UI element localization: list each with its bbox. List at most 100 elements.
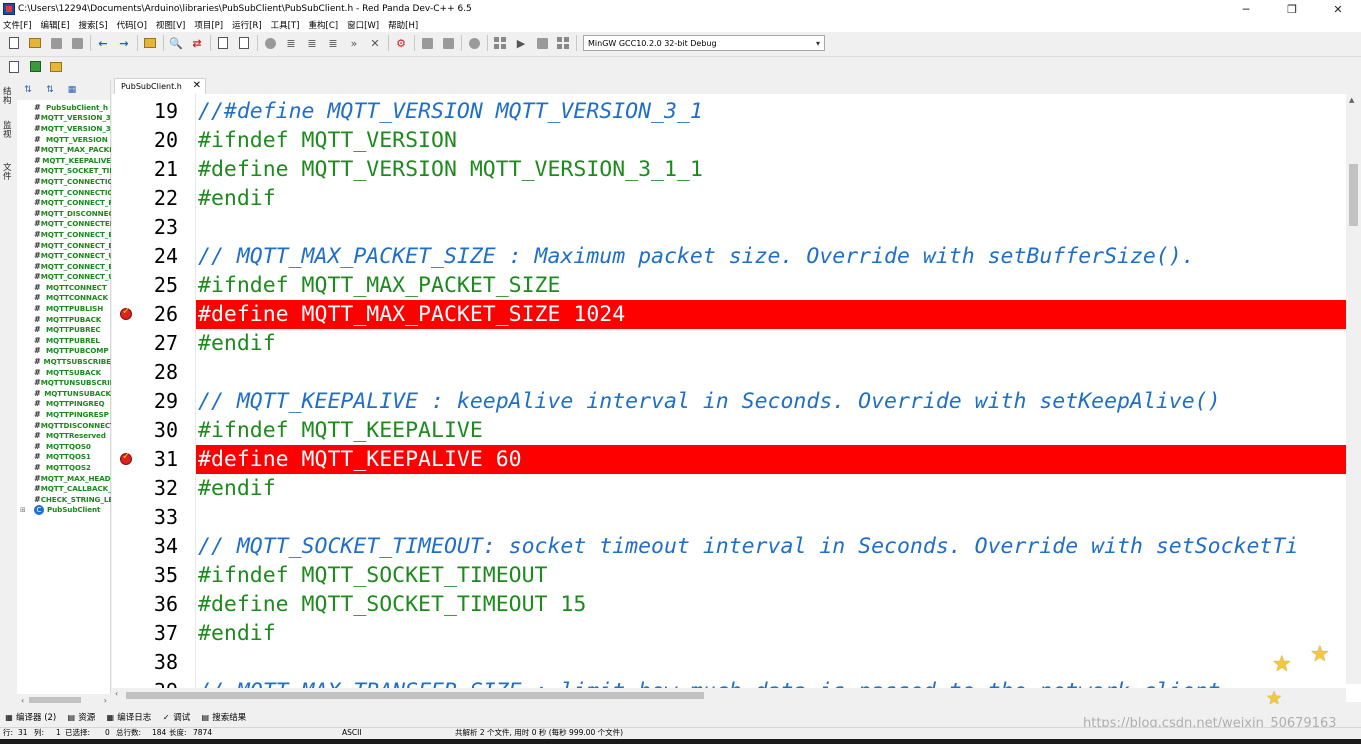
menu-help[interactable]: 帮助[H] bbox=[388, 19, 418, 31]
indent-icon[interactable] bbox=[262, 35, 278, 51]
unindent-icon[interactable]: ≣ bbox=[283, 35, 299, 51]
rebuild-icon[interactable] bbox=[555, 35, 571, 51]
code-line[interactable]: // MQTT_SOCKET_TIMEOUT: socket timeout i… bbox=[196, 532, 1346, 561]
forward-icon[interactable] bbox=[440, 35, 456, 51]
list-item[interactable]: # MQTTPUBACK bbox=[17, 314, 111, 325]
breakpoint-icon[interactable] bbox=[120, 306, 132, 320]
expand-icon[interactable]: ⊞ bbox=[20, 506, 28, 514]
scroll-right-icon[interactable]: › bbox=[104, 696, 107, 705]
tab-compiler[interactable]: ▦ 编译器 (2) bbox=[4, 711, 56, 724]
bookmark-icon[interactable] bbox=[142, 35, 158, 51]
menu-search[interactable]: 搜索[S] bbox=[79, 19, 108, 31]
class-item[interactable]: ⊞ C PubSubClient bbox=[17, 504, 111, 516]
list-item[interactable]: # MQTTQOS0 bbox=[17, 441, 111, 452]
list-item[interactable]: # MQTT_VERSION bbox=[17, 134, 111, 145]
editor-horizontal-scrollbar[interactable]: ‹ bbox=[112, 688, 1346, 702]
save-icon[interactable] bbox=[48, 35, 64, 51]
line-number[interactable]: 29 bbox=[112, 387, 196, 416]
scrollbar-thumb[interactable] bbox=[126, 692, 704, 699]
line-number[interactable]: 33 bbox=[112, 503, 196, 532]
line-number[interactable]: 35 bbox=[112, 561, 196, 590]
close-window-button[interactable]: ✕ bbox=[1315, 0, 1361, 18]
line-number[interactable]: 23 bbox=[112, 213, 196, 242]
back-icon[interactable] bbox=[419, 35, 435, 51]
code-line[interactable] bbox=[196, 648, 1346, 677]
breakpoint-icon[interactable] bbox=[120, 451, 132, 465]
side-tab-watch[interactable]: 监视 bbox=[3, 122, 14, 140]
menu-run[interactable]: 运行[R] bbox=[232, 19, 262, 31]
grid-icon[interactable] bbox=[492, 35, 508, 51]
line-number[interactable]: 28 bbox=[112, 358, 196, 387]
line-number[interactable]: 22 bbox=[112, 184, 196, 213]
list-item[interactable]: # MQTT_CONNECTED bbox=[17, 219, 111, 230]
list-item[interactable]: # MQTTDISCONNECT bbox=[17, 420, 111, 431]
line-number[interactable]: 37 bbox=[112, 619, 196, 648]
replace-icon[interactable]: ⇄ bbox=[189, 35, 205, 51]
code-line[interactable] bbox=[196, 213, 1346, 242]
menu-project[interactable]: 项目[P] bbox=[194, 19, 223, 31]
code-line[interactable]: // MQTT_MAX_PACKET_SIZE : Maximum packet… bbox=[196, 242, 1346, 271]
show-inherited-icon[interactable]: ▦ bbox=[65, 83, 79, 97]
menu-tools[interactable]: 工具[T] bbox=[271, 19, 300, 31]
list-item[interactable]: #MQTT_DISCONNECTED bbox=[17, 208, 111, 219]
code-line[interactable]: #endif bbox=[196, 329, 1346, 358]
step-icon[interactable]: » bbox=[346, 35, 362, 51]
list-item[interactable]: #MQTT_MAX_HEADER_SIZE bbox=[17, 473, 111, 484]
list-item[interactable]: #MQTT_VERSION_3_1 bbox=[17, 113, 111, 124]
code-line[interactable]: #define MQTT_SOCKET_TIMEOUT 15 bbox=[196, 590, 1346, 619]
list-item[interactable]: #MQTTUNSUBSCRIBE bbox=[17, 377, 111, 388]
new-file-icon[interactable] bbox=[6, 35, 22, 51]
format-icon[interactable]: ≣ bbox=[325, 35, 341, 51]
list-item[interactable]: # MQTTQOS2 bbox=[17, 462, 111, 473]
run-icon[interactable]: ▶ bbox=[513, 35, 529, 51]
sort-alpha-icon[interactable]: ⇅ bbox=[21, 83, 35, 97]
list-item[interactable]: #MQTT_CONNECTION_LOST bbox=[17, 187, 111, 198]
list-item[interactable]: #MQTT_CONNECT_FAILED bbox=[17, 197, 111, 208]
tab-search-results[interactable]: ▤ 搜索结果 bbox=[200, 711, 247, 724]
code-line[interactable]: //#define MQTT_VERSION MQTT_VERSION_3_1 bbox=[196, 97, 1346, 126]
list-item[interactable]: # MQTTPUBCOMP bbox=[17, 346, 111, 357]
line-number[interactable]: 24 bbox=[112, 242, 196, 271]
print-icon[interactable] bbox=[215, 35, 231, 51]
scrollbar-thumb[interactable] bbox=[29, 697, 81, 703]
tab-debug[interactable]: ✓ 调试 bbox=[161, 711, 190, 724]
compile-icon[interactable]: ⚙ bbox=[393, 35, 409, 51]
list-item[interactable]: #MQTT_SOCKET_TIMEOUT bbox=[17, 166, 111, 177]
code-line[interactable]: #ifndef MQTT_KEEPALIVE bbox=[196, 416, 1346, 445]
scroll-left-icon[interactable]: ‹ bbox=[115, 689, 118, 698]
compiler-select[interactable]: MinGW GCC10.2.0 32-bit Debug ▾ bbox=[583, 35, 825, 51]
clean-icon[interactable] bbox=[466, 35, 482, 51]
tab-resources[interactable]: ▤ 资源 bbox=[66, 711, 95, 724]
menu-view[interactable]: 视图[V] bbox=[156, 19, 185, 31]
side-tab-files[interactable]: 文件 bbox=[3, 164, 14, 182]
stop-icon[interactable] bbox=[534, 35, 550, 51]
menu-edit[interactable]: 编辑[E] bbox=[41, 19, 70, 31]
browser-horizontal-scrollbar[interactable]: ‹ › bbox=[17, 694, 111, 706]
line-number[interactable]: 25 bbox=[112, 271, 196, 300]
list-item[interactable]: # MQTTQOS1 bbox=[17, 452, 111, 463]
list-item[interactable]: # MQTTPUBLISH bbox=[17, 303, 111, 314]
code-line[interactable]: // MQTT_KEEPALIVE : keepAlive interval i… bbox=[196, 387, 1346, 416]
code-line[interactable] bbox=[196, 358, 1346, 387]
undo-icon[interactable]: ← bbox=[95, 35, 111, 51]
list-item[interactable]: #MQTT_VERSION_3_1_1 bbox=[17, 123, 111, 134]
line-number[interactable]: 21 bbox=[112, 155, 196, 184]
list-item[interactable]: #MQTT_CONNECTION_TIMEOUT bbox=[17, 176, 111, 187]
code-line[interactable]: #ifndef MQTT_MAX_PACKET_SIZE bbox=[196, 271, 1346, 300]
line-number[interactable]: 32 bbox=[112, 474, 196, 503]
list-item[interactable]: # PubSubClient_h bbox=[17, 102, 111, 113]
list-item[interactable]: #MQTT_CONNECT_BAD_PROTOCOL bbox=[17, 229, 111, 240]
scrollbar-thumb[interactable] bbox=[1349, 164, 1358, 226]
code-line[interactable]: #endif bbox=[196, 184, 1346, 213]
tab-pubsubclient-h[interactable]: PubSubClient.h ✕ bbox=[114, 78, 206, 94]
delete-icon[interactable]: ✕ bbox=[367, 35, 383, 51]
menu-code[interactable]: 代码[O] bbox=[117, 19, 147, 31]
add-file-icon[interactable] bbox=[27, 59, 43, 75]
redo-icon[interactable]: → bbox=[116, 35, 132, 51]
list-item[interactable]: #CHECK_STRING_LENGTH bbox=[17, 494, 111, 505]
code-editor[interactable]: 19//#define MQTT_VERSION MQTT_VERSION_3_… bbox=[112, 94, 1361, 702]
editor-vertical-scrollbar[interactable]: ▲ bbox=[1346, 94, 1361, 684]
toggle-comment-icon[interactable]: ≣ bbox=[304, 35, 320, 51]
list-item[interactable]: #MQTT_CONNECT_UNAUTHORIZED bbox=[17, 272, 111, 283]
list-item[interactable]: #MQTT_CONNECT_UNAVAILABLE bbox=[17, 250, 111, 261]
